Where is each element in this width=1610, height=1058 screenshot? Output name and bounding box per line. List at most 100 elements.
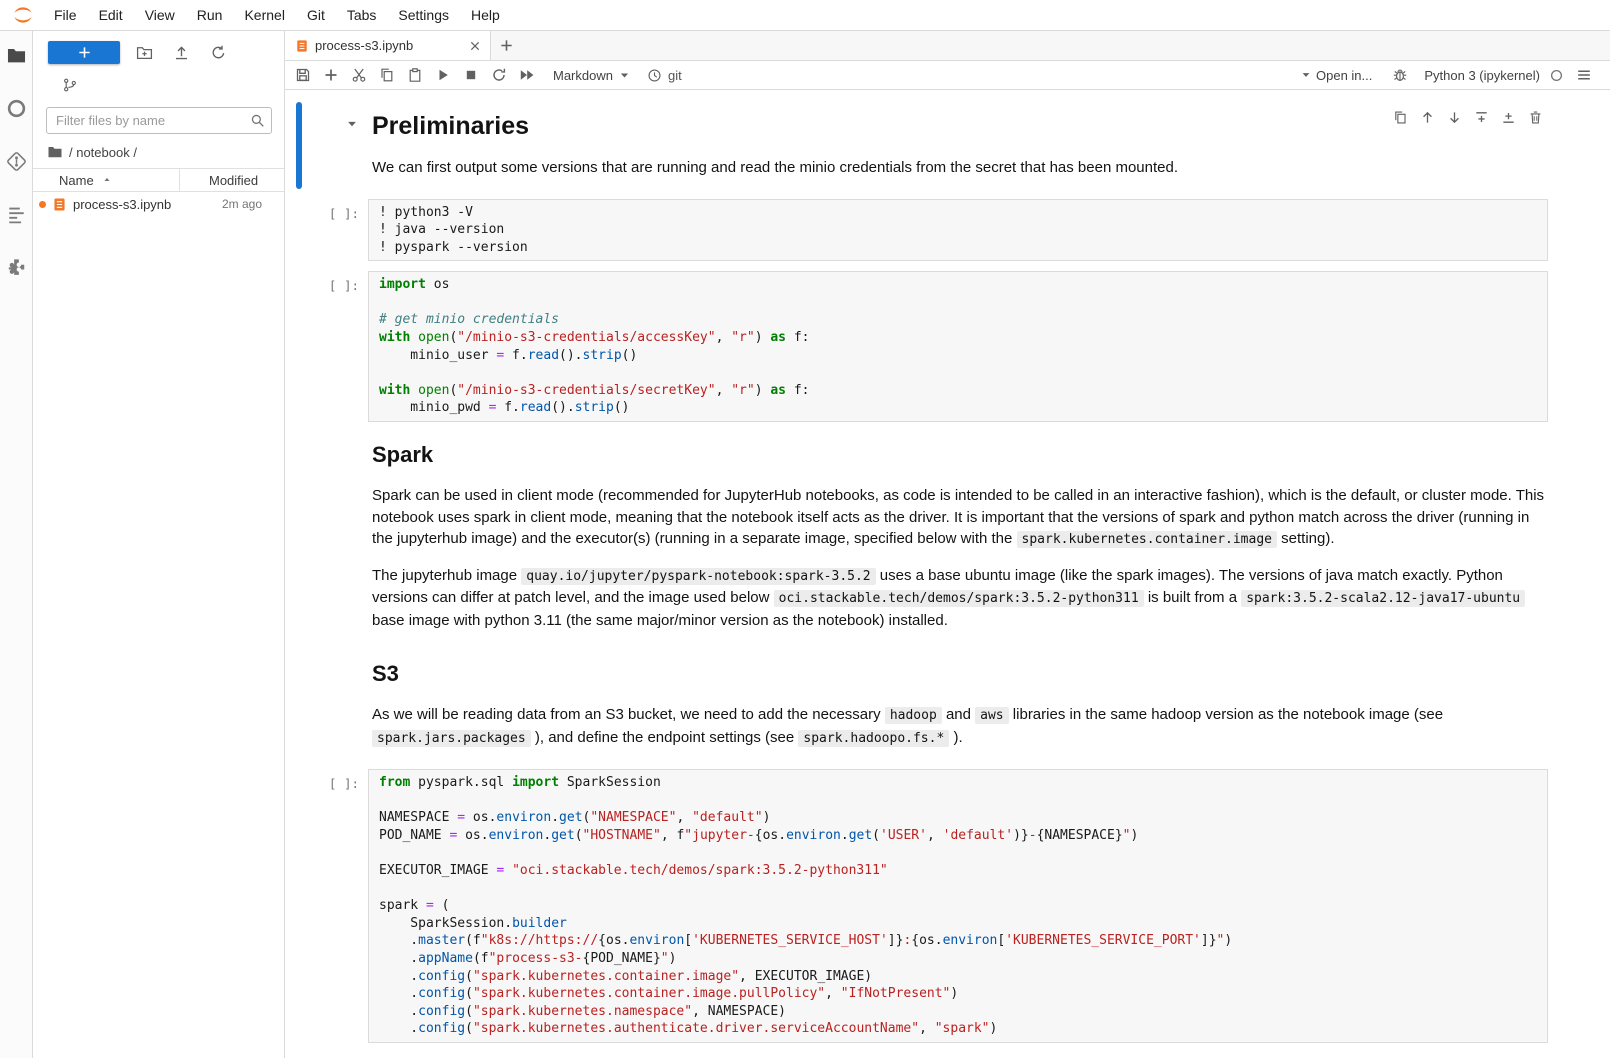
restart-icon <box>491 67 507 83</box>
insert-cell-above-button[interactable] <box>1470 106 1492 128</box>
hamburger-icon <box>1576 67 1592 83</box>
run-cell-button[interactable] <box>429 62 457 88</box>
code-line: ! java --version <box>379 221 1537 239</box>
menu-edit[interactable]: Edit <box>88 0 134 30</box>
insert-cell-button[interactable] <box>317 62 345 88</box>
git-toolbar-button[interactable]: git <box>647 68 682 83</box>
code-cell[interactable]: [ ]:! python3 -V! java --version! pyspar… <box>285 199 1610 262</box>
cell-prompt: [ ]: <box>302 769 368 1043</box>
kernel-switcher[interactable]: Python 3 (ipykernel) <box>1424 68 1540 83</box>
rendered-markdown: S3As we will be reading data from an S3 … <box>368 651 1548 759</box>
sort-ascending-icon <box>102 175 112 185</box>
sidebar-tab-extension-manager[interactable] <box>6 257 27 281</box>
restart-run-all-button[interactable] <box>513 62 541 88</box>
cell-prompt <box>302 432 368 641</box>
left-sidebar <box>0 31 33 1058</box>
run-icon <box>435 67 451 83</box>
markdown-cell[interactable]: S3As we will be reading data from an S3 … <box>285 651 1610 759</box>
sidebar-tab-running-sessions[interactable] <box>6 98 27 122</box>
sidebar-tab-table-of-contents[interactable] <box>6 204 27 228</box>
duplicate-cell-button[interactable] <box>1389 106 1411 128</box>
sort-by-modified-header[interactable]: Modified <box>179 169 284 191</box>
code-line: SparkSession.builder <box>379 915 1537 933</box>
move-cell-up-button[interactable] <box>1416 106 1438 128</box>
menu-tabs[interactable]: Tabs <box>336 0 388 30</box>
cell-type-dropdown[interactable]: Markdown <box>553 68 631 83</box>
code-line: from pyspark.sql import SparkSession <box>379 774 1537 792</box>
code-cell[interactable]: [ ]:from pyspark.sql import SparkSession… <box>285 769 1610 1043</box>
code-editor[interactable]: ! python3 -V! java --version! pyspark --… <box>368 199 1548 262</box>
menu-settings[interactable]: Settings <box>387 0 460 30</box>
upload-files-button[interactable] <box>168 40 194 64</box>
code-line: POD_NAME = os.environ.get("HOSTNAME", f"… <box>379 827 1537 845</box>
folder-icon <box>6 45 27 66</box>
markdown-cell[interactable]: PreliminariesWe can first output some ve… <box>285 102 1610 189</box>
menu-help[interactable]: Help <box>460 0 511 30</box>
rendered-markdown: PreliminariesWe can first output some ve… <box>368 102 1548 189</box>
breadcrumb[interactable]: / notebook / <box>33 140 284 168</box>
refresh-file-list-button[interactable] <box>205 40 231 64</box>
menu-run[interactable]: Run <box>186 0 234 30</box>
cell-type-value: Markdown <box>553 68 613 83</box>
move-cell-down-button[interactable] <box>1443 106 1465 128</box>
copy-icon <box>1393 110 1408 125</box>
insert-below-icon <box>1501 110 1516 125</box>
file-modified: 2m ago <box>179 197 284 211</box>
upload-icon <box>173 44 190 61</box>
new-tab-button[interactable] <box>491 31 521 60</box>
plus-icon <box>499 38 514 53</box>
paste-cells-button[interactable] <box>401 62 429 88</box>
cell-toolbar <box>1389 106 1546 128</box>
md-heading: Spark <box>372 442 1548 468</box>
code-line: ! pyspark --version <box>379 239 1537 257</box>
home-folder-icon <box>47 144 63 160</box>
file-filter-input[interactable] <box>46 107 272 134</box>
arrow-up-icon <box>1420 110 1435 125</box>
insert-cell-below-button[interactable] <box>1497 106 1519 128</box>
cut-cells-button[interactable] <box>345 62 373 88</box>
menu-view[interactable]: View <box>134 0 186 30</box>
code-line: .config("spark.kubernetes.container.imag… <box>379 968 1537 986</box>
new-folder-button[interactable] <box>131 40 157 64</box>
trash-icon <box>1528 110 1543 125</box>
circle-icon <box>6 98 27 119</box>
code-line: .config("spark.kubernetes.authenticate.d… <box>379 1020 1537 1038</box>
code-editor[interactable]: import os # get minio credentialswith op… <box>368 271 1548 422</box>
md-paragraph: The jupyterhub image quay.io/jupyter/pys… <box>372 565 1548 632</box>
open-in-dropdown[interactable]: Open in... <box>1300 68 1372 83</box>
git-toolbar-row <box>33 66 284 97</box>
new-launcher-button[interactable] <box>48 41 120 64</box>
file-item[interactable]: process-s3.ipynb2m ago <box>33 192 284 216</box>
code-cell[interactable]: [ ]:import os # get minio credentialswit… <box>285 271 1610 422</box>
sort-by-name-header[interactable]: Name <box>33 169 179 191</box>
copy-cells-button[interactable] <box>373 62 401 88</box>
code-line <box>379 880 1537 898</box>
menu-file[interactable]: File <box>43 0 88 30</box>
menu-bar: FileEditViewRunKernelGitTabsSettingsHelp <box>0 0 1610 31</box>
sidebar-tab-git[interactable] <box>6 151 27 175</box>
git-clone-button[interactable] <box>57 73 83 97</box>
cell-prompt: [ ]: <box>302 271 368 422</box>
tab-process-s3[interactable]: process-s3.ipynb <box>285 31 491 60</box>
kernel-running-dot <box>39 201 46 208</box>
inline-code: spark.hadoopo.fs.* <box>798 730 949 747</box>
jupyter-logo-icon <box>12 4 34 26</box>
sidebar-tab-file-browser[interactable] <box>6 45 27 69</box>
menu-kernel[interactable]: Kernel <box>233 0 295 30</box>
markdown-cell[interactable]: Spark Spark can be used in client mode (r… <box>285 432 1610 641</box>
close-tab-button[interactable] <box>468 39 482 53</box>
inline-code: hadoop <box>885 707 942 724</box>
interrupt-kernel-button[interactable] <box>457 62 485 88</box>
menu-git[interactable]: Git <box>296 0 336 30</box>
delete-cell-button[interactable] <box>1524 106 1546 128</box>
git-icon <box>6 151 27 172</box>
cell-prompt: [ ]: <box>302 199 368 262</box>
code-editor[interactable]: from pyspark.sql import SparkSession NAM… <box>368 769 1548 1043</box>
code-line: NAMESPACE = os.environ.get("NAMESPACE", … <box>379 809 1537 827</box>
more-commands-button[interactable] <box>1570 62 1598 88</box>
save-notebook-button[interactable] <box>289 62 317 88</box>
md-paragraph: Spark can be used in client mode (recomm… <box>372 485 1548 551</box>
arrow-down-icon <box>1447 110 1462 125</box>
debugger-button[interactable] <box>1386 62 1414 88</box>
restart-kernel-button[interactable] <box>485 62 513 88</box>
